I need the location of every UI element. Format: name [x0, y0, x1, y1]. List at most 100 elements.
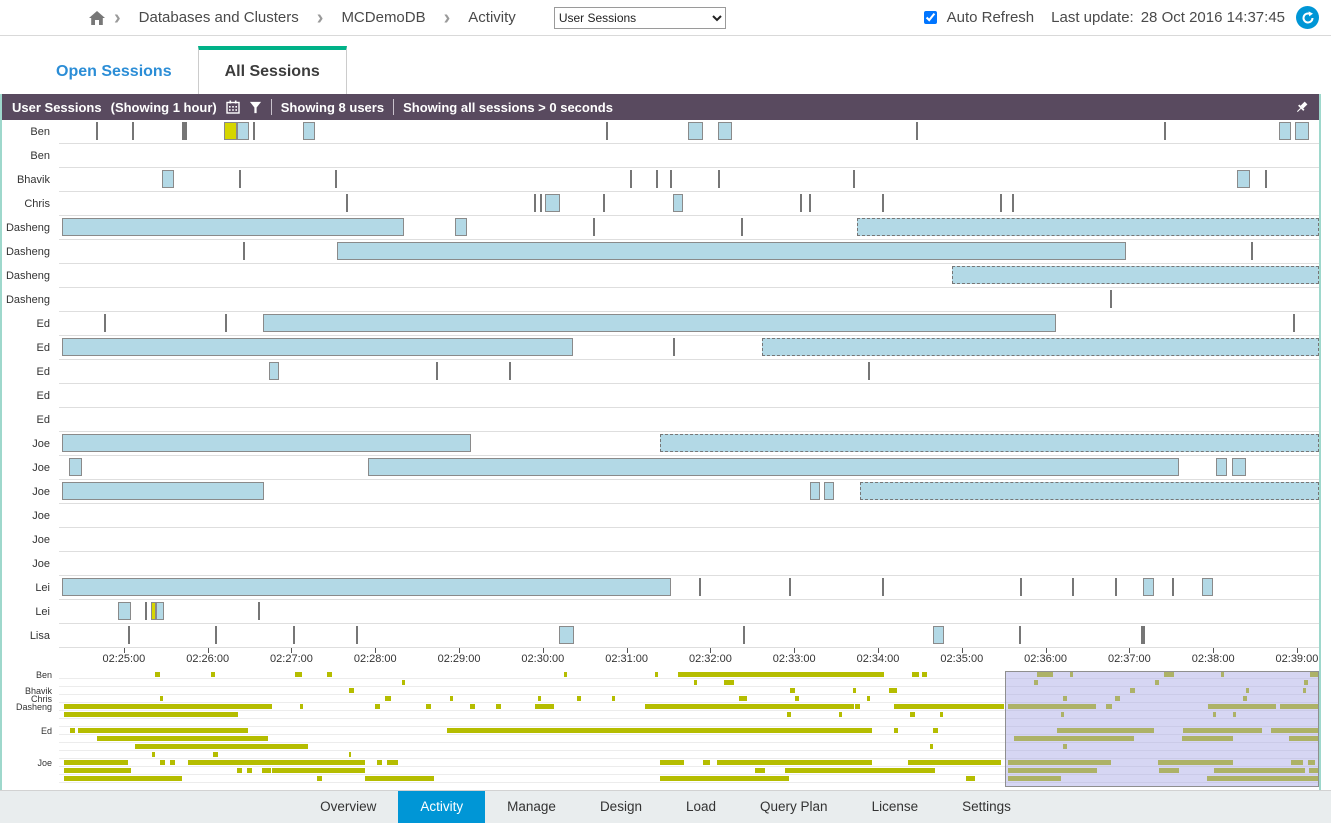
nav-item-design[interactable]: Design — [578, 791, 664, 823]
session-tick[interactable] — [1072, 578, 1074, 596]
nav-item-overview[interactable]: Overview — [298, 791, 398, 823]
session-tick[interactable] — [293, 626, 295, 644]
refresh-button[interactable] — [1296, 6, 1319, 29]
session-tick[interactable] — [215, 626, 217, 644]
session-tick[interactable] — [96, 122, 98, 140]
session-tick[interactable] — [882, 578, 884, 596]
session-tick[interactable] — [718, 170, 720, 188]
session-bar[interactable] — [69, 458, 82, 476]
nav-item-manage[interactable]: Manage — [485, 791, 578, 823]
session-tick[interactable] — [603, 194, 605, 212]
session-bar[interactable] — [62, 578, 672, 596]
session-tick[interactable] — [1293, 314, 1295, 332]
session-bar[interactable] — [118, 602, 131, 620]
session-bar[interactable] — [762, 338, 1319, 356]
session-tick[interactable] — [132, 122, 134, 140]
session-tick[interactable] — [1265, 170, 1267, 188]
session-bar[interactable] — [933, 626, 943, 644]
session-tick[interactable] — [1251, 242, 1253, 260]
session-tick[interactable] — [253, 122, 255, 140]
session-tick[interactable] — [243, 242, 245, 260]
session-tick[interactable] — [436, 362, 438, 380]
session-bar[interactable] — [545, 194, 560, 212]
minimap[interactable]: BenBhavikChrisDashengEdJoe — [59, 671, 1319, 790]
session-tick[interactable] — [356, 626, 358, 644]
session-tick[interactable] — [699, 578, 701, 596]
nav-item-load[interactable]: Load — [664, 791, 738, 823]
session-bar[interactable] — [1202, 578, 1213, 596]
session-bar[interactable] — [857, 218, 1319, 236]
session-tick[interactable] — [540, 194, 542, 212]
nav-item-activity[interactable]: Activity — [398, 791, 485, 823]
home-icon[interactable] — [88, 10, 106, 26]
session-tick[interactable] — [809, 194, 811, 212]
session-tick[interactable] — [1172, 578, 1174, 596]
session-bar[interactable] — [303, 122, 314, 140]
tab-all-sessions[interactable]: All Sessions — [198, 46, 347, 94]
session-tick[interactable] — [258, 602, 260, 620]
session-tick[interactable] — [239, 170, 241, 188]
session-bar[interactable] — [1279, 122, 1292, 140]
calendar-icon[interactable] — [226, 100, 240, 114]
session-tick[interactable] — [225, 314, 227, 332]
session-tick[interactable] — [916, 122, 918, 140]
session-tick[interactable] — [630, 170, 632, 188]
session-bar[interactable] — [824, 482, 834, 500]
session-tick[interactable] — [656, 170, 658, 188]
filter-icon[interactable] — [249, 101, 262, 114]
auto-refresh-checkbox[interactable] — [924, 11, 937, 24]
nav-item-settings[interactable]: Settings — [940, 791, 1033, 823]
session-bar[interactable] — [263, 314, 1056, 332]
session-tick[interactable] — [1141, 626, 1145, 644]
session-tick[interactable] — [1110, 290, 1112, 308]
session-tick[interactable] — [145, 602, 147, 620]
session-bar[interactable] — [1143, 578, 1154, 596]
session-tick[interactable] — [853, 170, 855, 188]
session-tick[interactable] — [509, 362, 511, 380]
session-tick[interactable] — [868, 362, 870, 380]
pin-icon[interactable] — [1294, 100, 1309, 115]
session-tick[interactable] — [1115, 578, 1117, 596]
session-bar[interactable] — [952, 266, 1319, 284]
session-tick[interactable] — [1019, 626, 1021, 644]
session-bar[interactable] — [1295, 122, 1309, 140]
nav-item-query-plan[interactable]: Query Plan — [738, 791, 850, 823]
session-bar[interactable] — [673, 194, 683, 212]
nav-item-license[interactable]: License — [850, 791, 941, 823]
session-bar[interactable] — [455, 218, 468, 236]
session-tick[interactable] — [1164, 122, 1166, 140]
minimap-selection[interactable] — [1005, 671, 1319, 787]
session-bar[interactable] — [156, 602, 164, 620]
session-tick[interactable] — [593, 218, 595, 236]
session-tick[interactable] — [670, 170, 672, 188]
breadcrumb-databases[interactable]: Databases and Clusters — [139, 9, 299, 26]
session-tick[interactable] — [741, 218, 743, 236]
session-bar[interactable] — [162, 170, 173, 188]
session-tick[interactable] — [1020, 578, 1022, 596]
session-bar[interactable] — [1232, 458, 1246, 476]
session-bar[interactable] — [1216, 458, 1227, 476]
session-bar[interactable] — [337, 242, 1126, 260]
session-tick[interactable] — [673, 338, 675, 356]
session-bar[interactable] — [860, 482, 1319, 500]
session-tick[interactable] — [346, 194, 348, 212]
session-tick[interactable] — [182, 122, 186, 140]
session-tick[interactable] — [882, 194, 884, 212]
session-tick[interactable] — [789, 578, 791, 596]
session-tick[interactable] — [1012, 194, 1014, 212]
session-tick[interactable] — [1000, 194, 1002, 212]
session-tick[interactable] — [606, 122, 608, 140]
session-bar[interactable] — [62, 218, 405, 236]
session-bar[interactable] — [224, 122, 237, 140]
session-bar[interactable] — [62, 434, 472, 452]
session-bar[interactable] — [810, 482, 820, 500]
session-tick[interactable] — [800, 194, 802, 212]
session-bar[interactable] — [62, 482, 265, 500]
session-tick[interactable] — [104, 314, 106, 332]
session-tick[interactable] — [743, 626, 745, 644]
breadcrumb-database[interactable]: MCDemoDB — [341, 9, 425, 26]
session-bar[interactable] — [688, 122, 703, 140]
session-tick[interactable] — [335, 170, 337, 188]
session-bar[interactable] — [1237, 170, 1250, 188]
session-tick[interactable] — [128, 626, 130, 644]
